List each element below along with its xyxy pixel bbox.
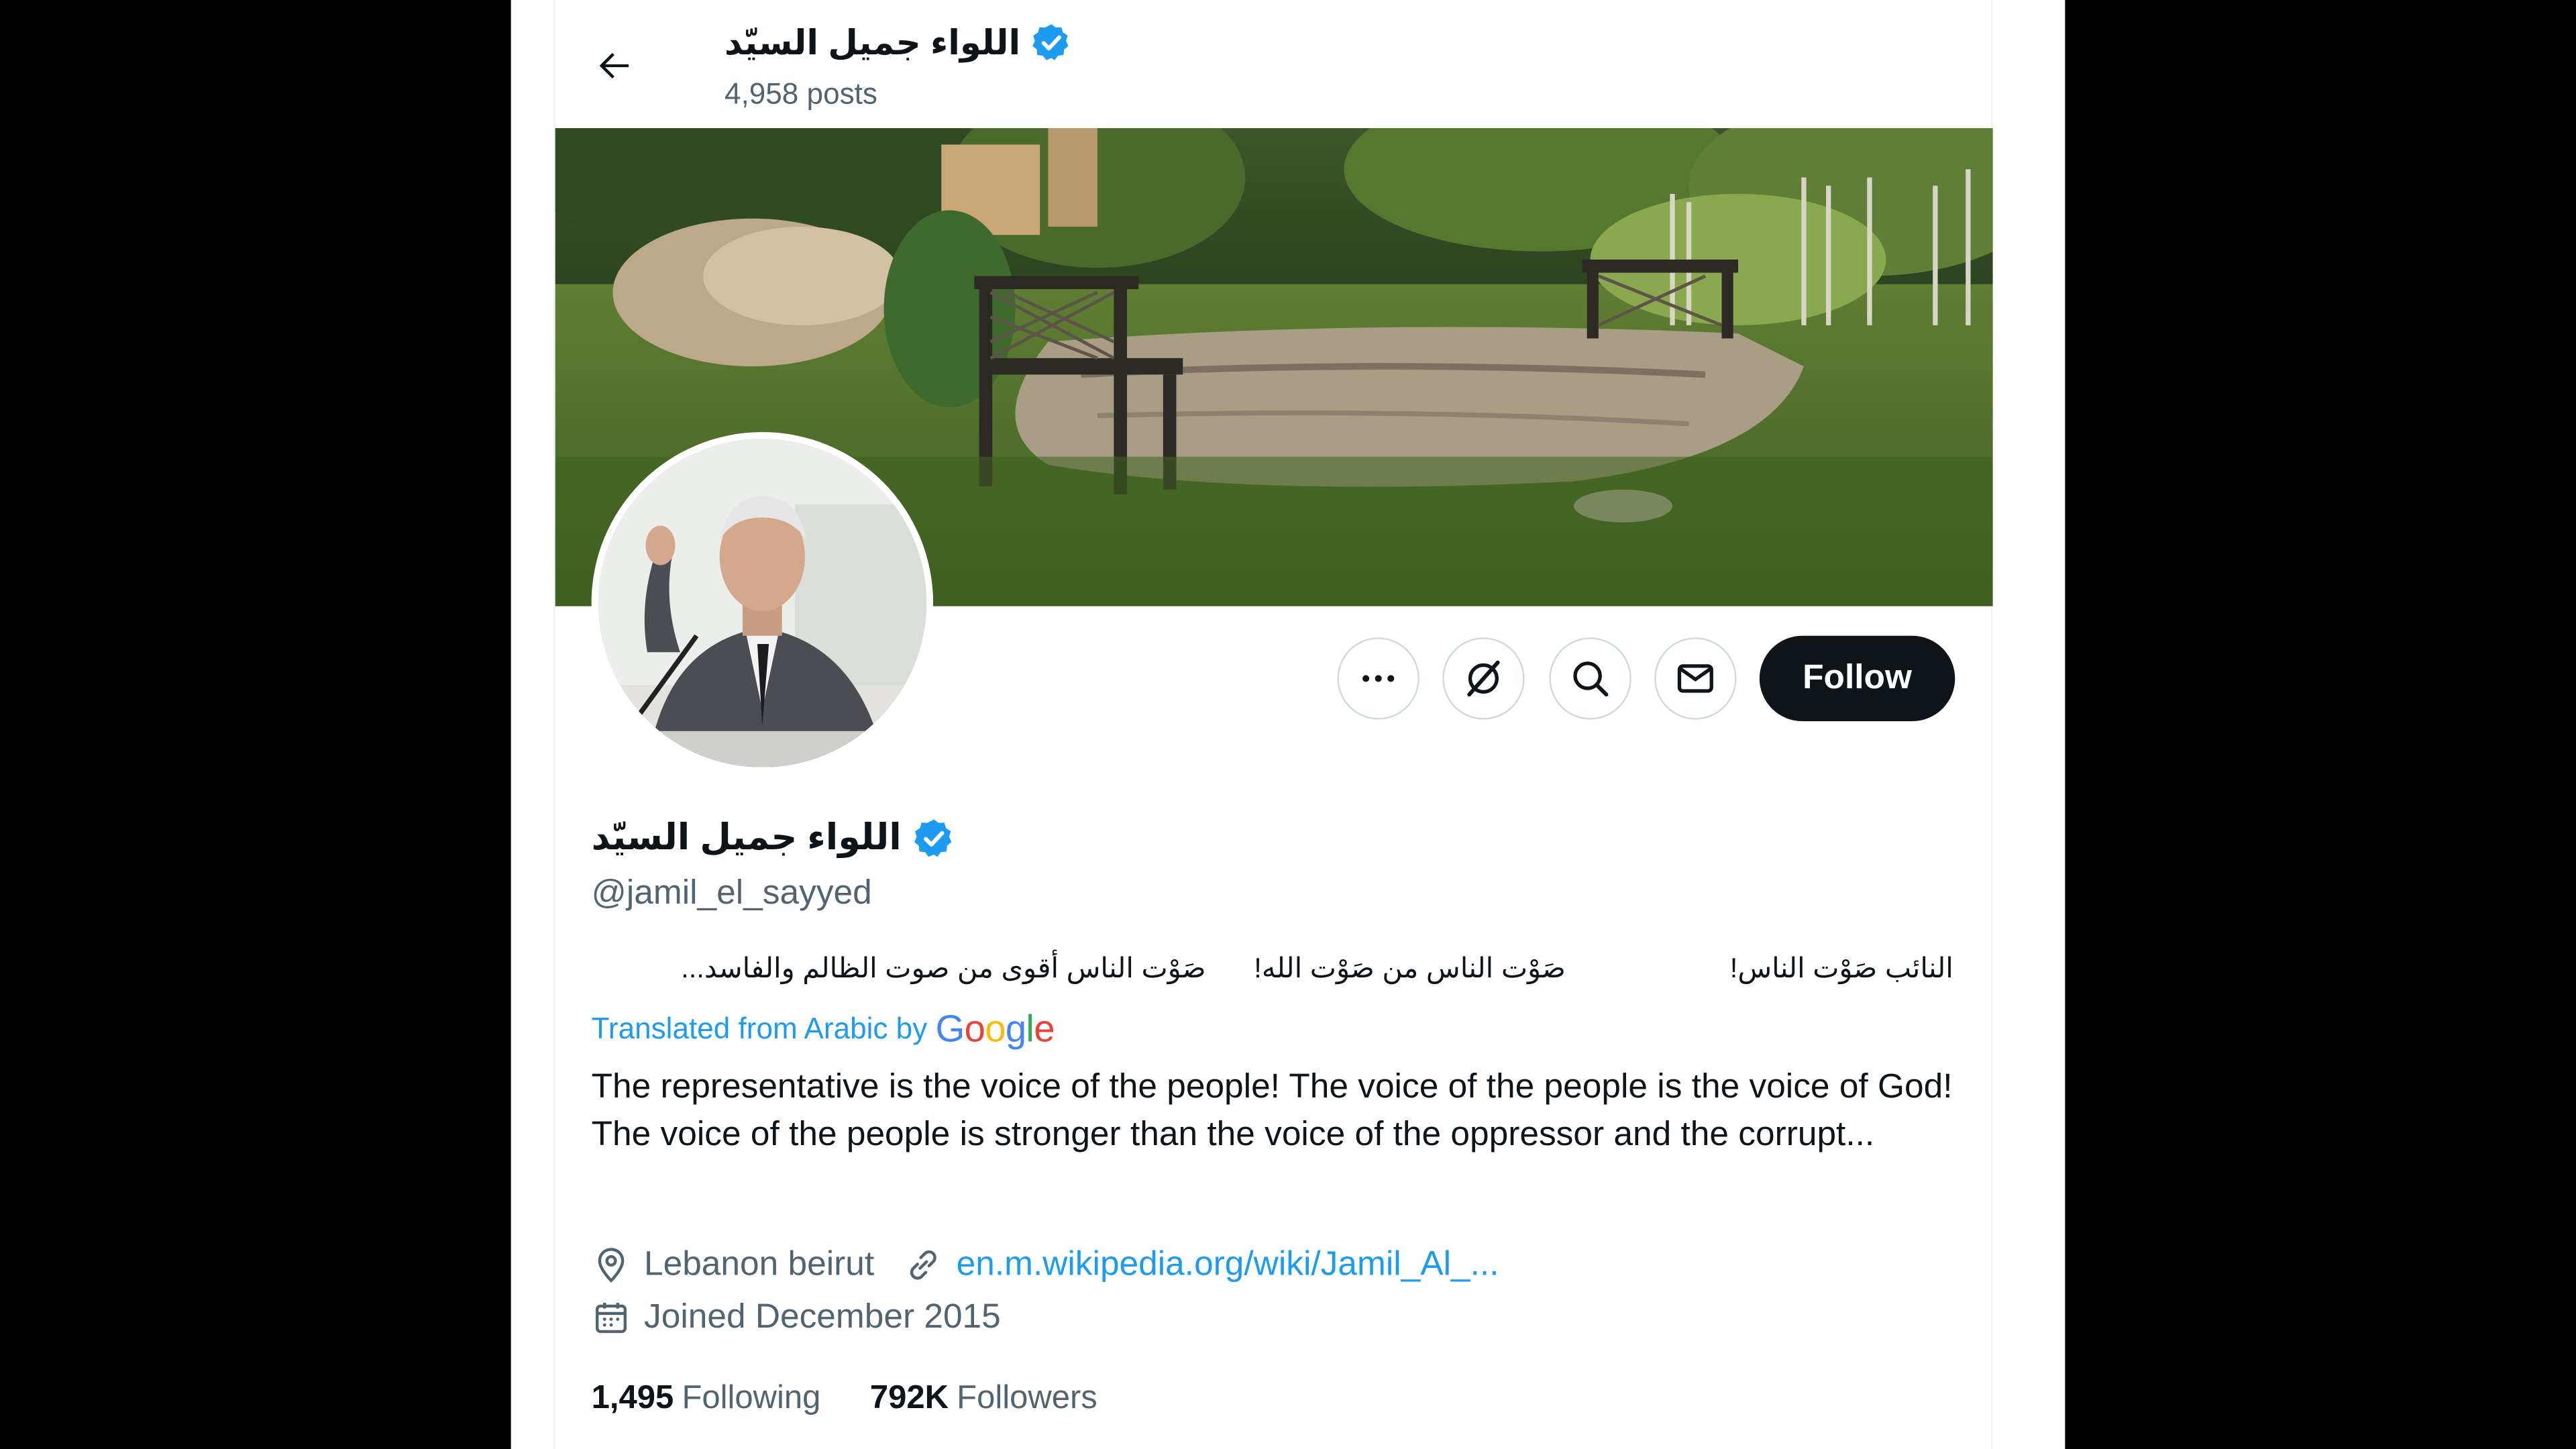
- search-profile-button[interactable]: [1549, 637, 1631, 720]
- translated-label: Translated from Arabic by: [591, 1011, 928, 1044]
- profile-meta-row: Lebanon beirut en.m.wikipedia.org/wiki/J…: [592, 1240, 1499, 1289]
- grok-button[interactable]: [1442, 637, 1525, 720]
- followers-link[interactable]: 792K Followers: [870, 1379, 1097, 1417]
- calendar-icon: [596, 1303, 627, 1334]
- more-icon: [1362, 675, 1395, 682]
- header-posts-count: 4,958 posts: [724, 77, 877, 111]
- header-name: اللواء جميل السيّد: [724, 23, 1021, 62]
- google-letter-g2: g: [1005, 1006, 1026, 1049]
- message-icon: [1677, 664, 1713, 693]
- bio-translated: The representative is the voice of the p…: [591, 1067, 1953, 1154]
- display-name-text: اللواء جميل السيّد: [591, 816, 902, 858]
- link-icon: [910, 1250, 937, 1280]
- grok-icon: [1467, 660, 1500, 697]
- google-letter-o2: o: [985, 1006, 1006, 1049]
- message-button[interactable]: [1654, 637, 1737, 720]
- avatar[interactable]: [591, 432, 934, 774]
- website-link[interactable]: en.m.wikipedia.org/wiki/Jamil_Al_...: [957, 1245, 1499, 1285]
- bio-original-part3: صَوْت الناس أقوى من صوت الظالم والفاسد..…: [681, 953, 1206, 984]
- followers-count: 792K: [869, 1379, 949, 1415]
- followers-label: Followers: [957, 1379, 1097, 1415]
- location-icon: [598, 1248, 625, 1283]
- google-logo: Google: [936, 1006, 1055, 1051]
- following-label: Following: [682, 1379, 821, 1415]
- verified-badge-icon: [1032, 24, 1069, 60]
- back-button[interactable]: [580, 32, 649, 101]
- joined-text: Joined December 2015: [644, 1297, 1001, 1336]
- bio-original-part1: النائب صَوْت الناس!: [1729, 953, 1953, 984]
- profile-handle: @jamil_el_sayyed: [591, 873, 872, 912]
- following-count: 1,495: [591, 1379, 674, 1415]
- viewport: اللواء جميل السيّد 4,958 posts Follow ال…: [0, 0, 2576, 1449]
- location-text: Lebanon beirut: [644, 1245, 875, 1283]
- profile-display-name: اللواء جميل السيّد: [592, 812, 956, 864]
- translation-attribution[interactable]: Translated from Arabic by Google: [592, 1006, 1055, 1052]
- bio-original-part2: صَوْت الناس من صَوْت الله!: [1254, 953, 1566, 984]
- following-link[interactable]: 1,495 Following: [592, 1379, 821, 1417]
- back-arrow-icon: [599, 52, 629, 79]
- google-letter-g: G: [935, 1006, 965, 1049]
- header-title: اللواء جميل السيّد: [724, 16, 1073, 68]
- follow-button[interactable]: Follow: [1759, 635, 1955, 722]
- joined-row: Joined December 2015: [592, 1293, 1001, 1342]
- search-icon: [1573, 661, 1609, 697]
- google-letter-o1: o: [964, 1006, 985, 1049]
- verified-badge-icon[interactable]: [911, 816, 955, 860]
- more-button[interactable]: [1337, 637, 1419, 720]
- follow-stats: 1,495 Following 792K Followers: [592, 1373, 1097, 1422]
- avatar-photo: [598, 438, 927, 767]
- avatar-portrait-image: [598, 438, 927, 767]
- google-letter-e: e: [1034, 1006, 1055, 1049]
